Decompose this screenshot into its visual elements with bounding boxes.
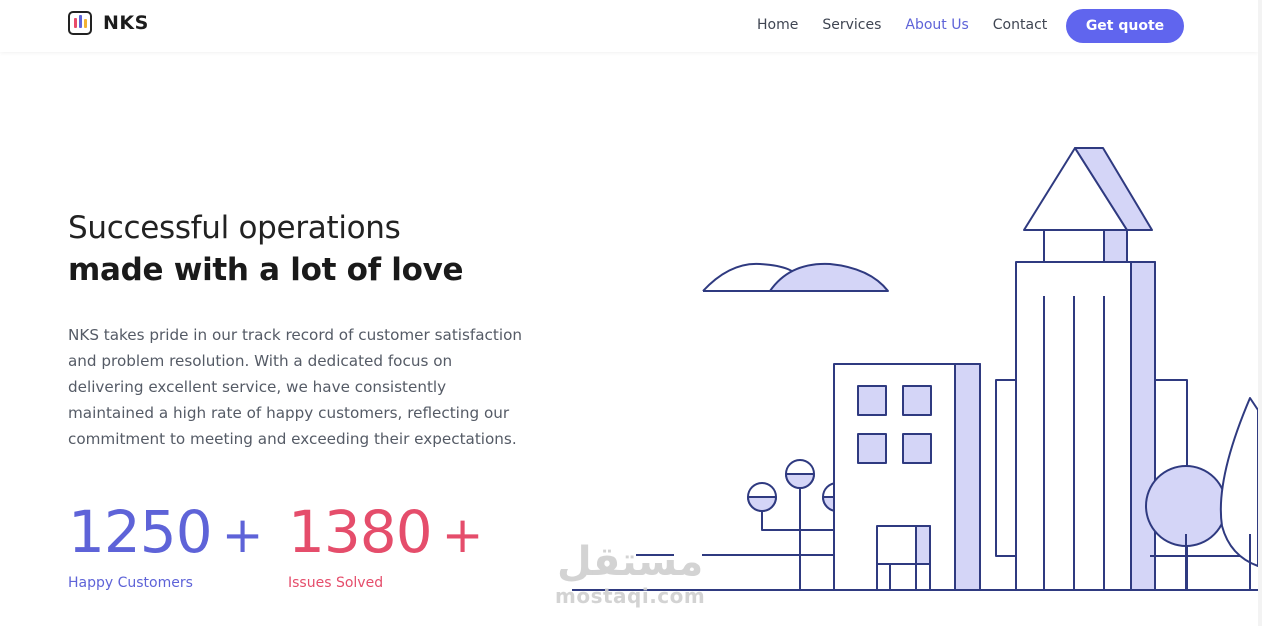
main-nav: Home Services About Us Contact: [757, 17, 1071, 33]
stat-value: 1380 +: [288, 498, 484, 566]
nav-contact[interactable]: Contact: [993, 17, 1047, 33]
stat-happy-customers: 1250 + Happy Customers: [68, 498, 264, 591]
hero-title-line1: Successful operations: [68, 210, 401, 246]
brand-name: NKS: [103, 12, 149, 34]
site-header: NKS Home Services About Us Contact Get q…: [0, 0, 1258, 52]
nav-about-us[interactable]: About Us: [905, 17, 968, 33]
stat-label: Happy Customers: [68, 575, 193, 591]
nav-home[interactable]: Home: [757, 17, 798, 33]
city-buildings-illustration: [572, 147, 1259, 591]
watermark: مستقل mostaqi.com: [555, 539, 706, 608]
hero-title-line2: made with a lot of love: [68, 252, 464, 288]
stat-issues-solved: 1380 + Issues Solved: [288, 498, 484, 591]
stat-label: Issues Solved: [288, 575, 384, 591]
stat-value: 1250 +: [68, 498, 264, 566]
get-quote-button[interactable]: Get quote: [1066, 9, 1184, 43]
page-scrollbar[interactable]: [1258, 0, 1262, 626]
nav-services[interactable]: Services: [822, 17, 881, 33]
logo-icon: [68, 11, 92, 35]
hero-description: NKS takes pride in our track record of c…: [68, 326, 522, 448]
logo[interactable]: NKS: [68, 11, 149, 35]
